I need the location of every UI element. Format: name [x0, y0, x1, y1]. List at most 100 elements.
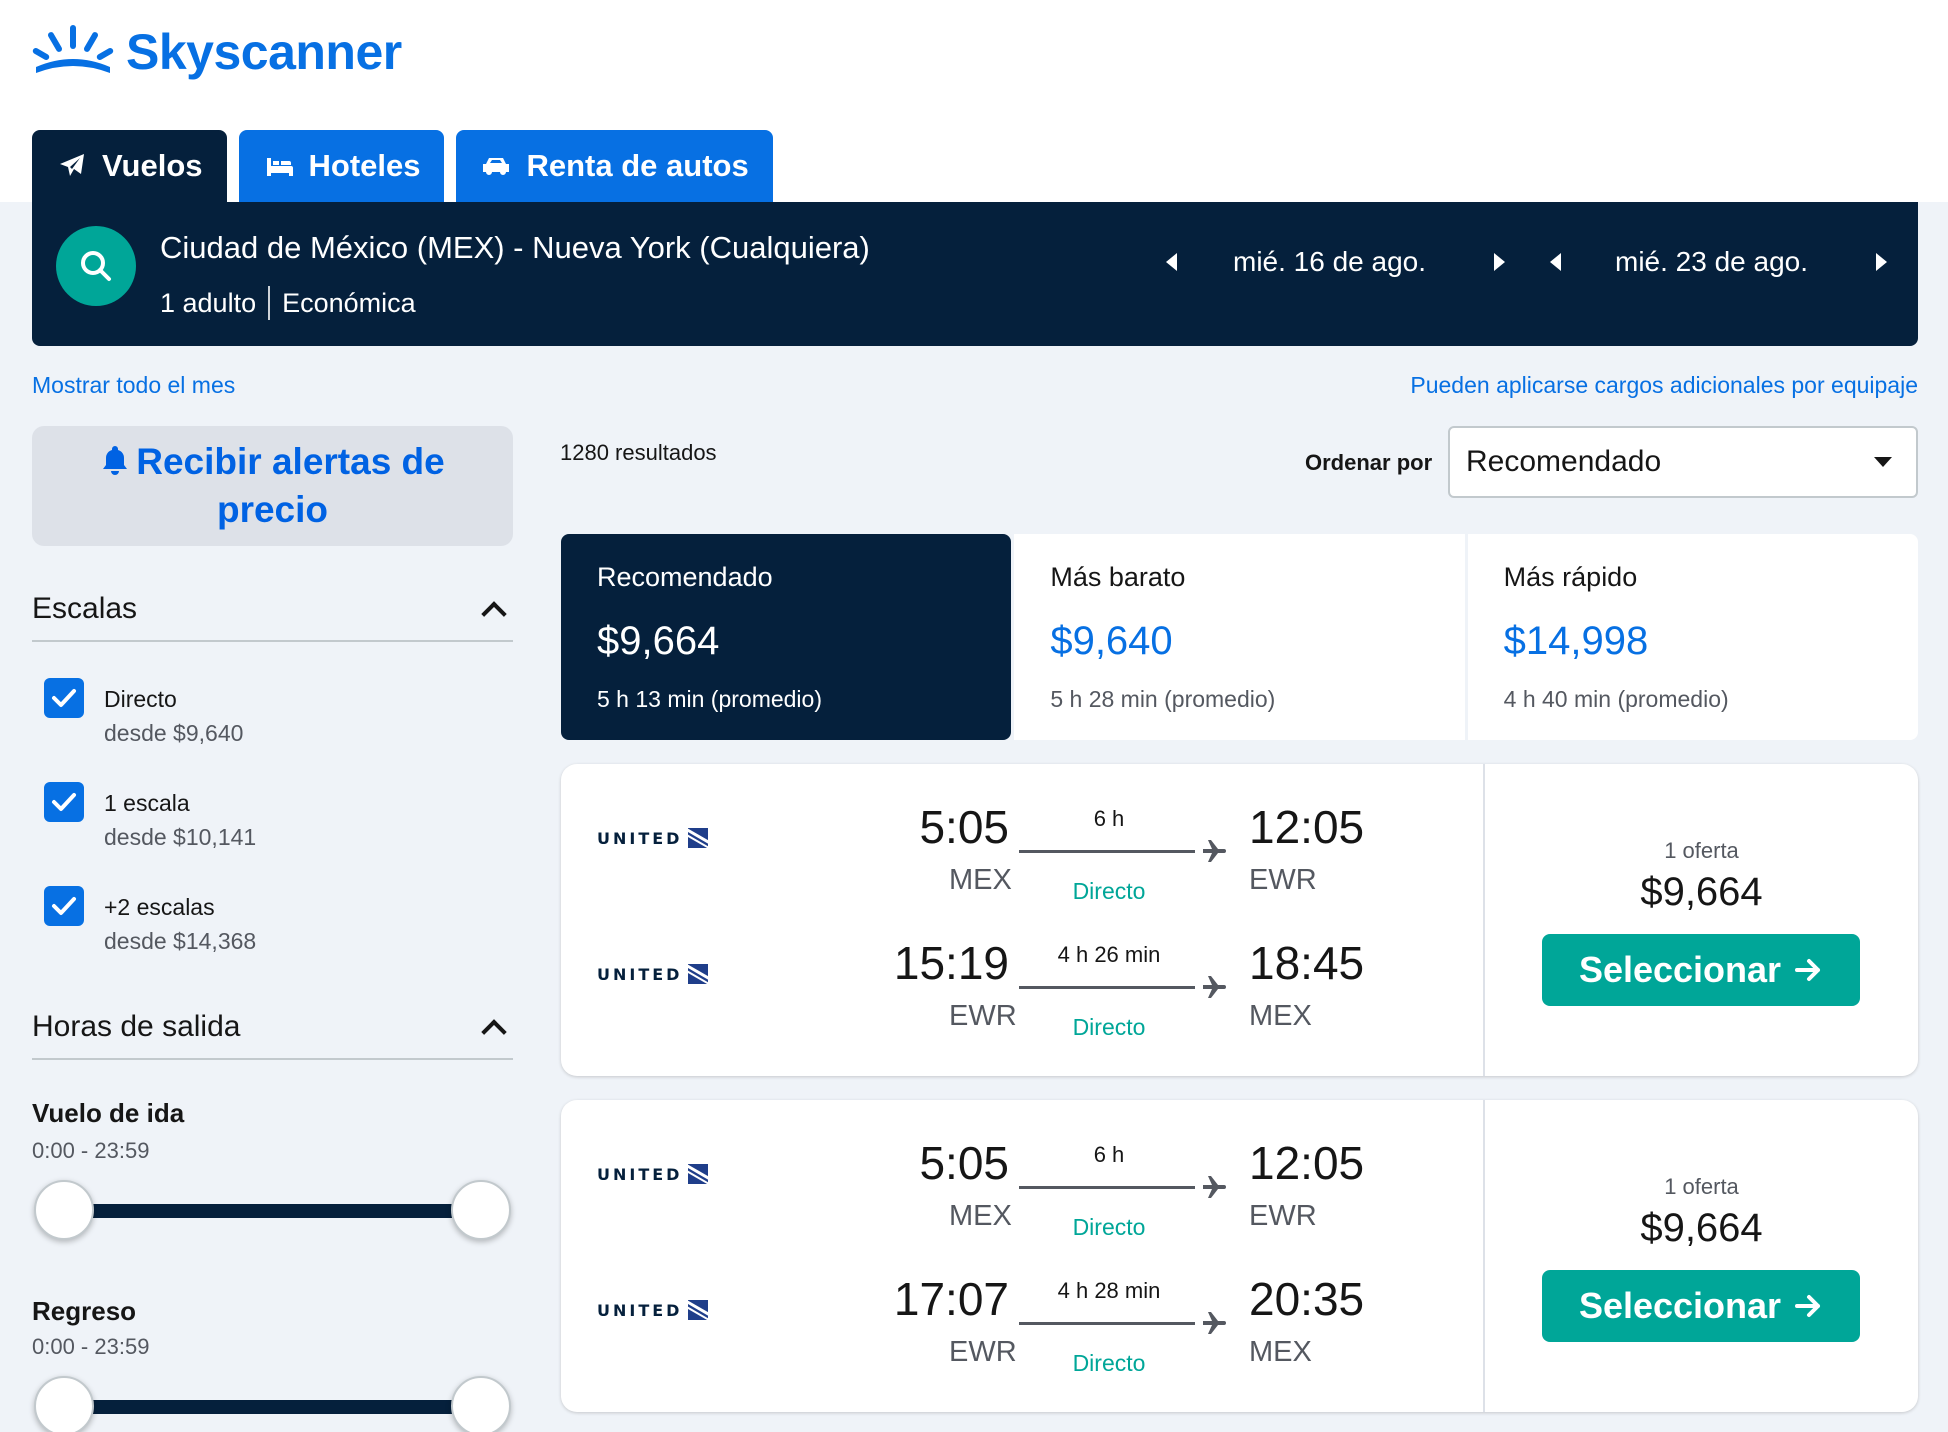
chevron-up-icon[interactable]: [481, 1019, 507, 1045]
slider-track: [60, 1204, 485, 1218]
tab-label: Vuelos: [102, 148, 203, 183]
depart-date[interactable]: mié. 16 de ago.: [1233, 246, 1426, 278]
departure-times-title: Horas de salida: [32, 1010, 241, 1043]
select-button[interactable]: Seleccionar: [1542, 1270, 1860, 1342]
select-button-label: Seleccionar: [1578, 949, 1782, 990]
airline-name: UNITED: [597, 1300, 683, 1320]
united-globe-icon: [688, 1300, 709, 1320]
departure-airport: EWR: [949, 1336, 1017, 1368]
return-leg: UNITED 15:19 EWR 4 h 26 min Directo 18:4…: [561, 900, 1483, 1040]
arrival-airport: EWR: [1249, 864, 1317, 896]
sort-tab-name: Más barato: [1050, 562, 1186, 592]
offer-count: 1 oferta: [1664, 838, 1739, 863]
sort-select[interactable]: Recomendado: [1448, 426, 1918, 498]
tab-flights[interactable]: Vuelos: [32, 130, 227, 202]
checkmark-icon: [52, 689, 76, 707]
price-alerts-label: Recibir alertas de precio: [136, 441, 445, 530]
prev-return-date-icon[interactable]: [1550, 253, 1561, 271]
departure-airport: MEX: [949, 864, 1012, 896]
sort-tab-cheapest[interactable]: Más barato $9,640 5 h 28 min (promedio): [1014, 534, 1465, 740]
bed-icon: [266, 158, 293, 176]
plane-icon: [1203, 1176, 1226, 1198]
sort-tab-name: Recomendado: [597, 562, 773, 592]
tab-hotels[interactable]: Hoteles: [238, 130, 445, 202]
stop-price: desde $10,141: [104, 824, 257, 850]
tab-label: Renta de autos: [526, 148, 749, 183]
next-return-date-icon[interactable]: [1876, 253, 1888, 271]
route-summary: Ciudad de México (MEX) - Nueva York (Cua…: [160, 230, 870, 265]
slider-max-handle[interactable]: [451, 1180, 511, 1240]
departure-time: 17:07: [893, 1273, 1009, 1325]
sort-tab-fastest[interactable]: Más rápido $14,998 4 h 40 min (promedio): [1467, 534, 1918, 740]
flight-duration: 6 h: [1093, 806, 1125, 831]
card-divider: [1483, 1100, 1485, 1412]
united-globe-icon: [688, 828, 709, 848]
stops-indicator: Directo: [1072, 1350, 1146, 1376]
stop-label: Directo: [104, 686, 177, 712]
plane-icon: [60, 154, 84, 176]
checkbox-direct[interactable]: [44, 678, 84, 718]
outbound-leg: UNITED 5:05 MEX 6 h Directo 12:05 EWR: [561, 1100, 1483, 1240]
stops-indicator: Directo: [1072, 1014, 1146, 1040]
skyscanner-logo[interactable]: Skyscanner: [32, 20, 402, 84]
arrow-right-icon: [1795, 959, 1821, 981]
flight-duration: 4 h 26 min: [1057, 942, 1161, 967]
search-button[interactable]: [56, 226, 136, 306]
depart-date-control: mié. 16 de ago.: [1160, 242, 1524, 282]
divider: [268, 286, 271, 320]
baggage-fees-link[interactable]: Pueden aplicarse cargos adicionales por …: [1410, 372, 1918, 399]
checkbox-one-stop[interactable]: [44, 782, 84, 822]
return-date[interactable]: mié. 23 de ago.: [1615, 246, 1808, 278]
return-range-title: Regreso: [32, 1296, 137, 1326]
departure-time: 5:05: [919, 1137, 1009, 1189]
slider-min-handle[interactable]: [34, 1180, 94, 1240]
outbound-time-slider[interactable]: [32, 1180, 513, 1244]
united-globe-icon: [688, 964, 709, 984]
departure-airport: MEX: [949, 1200, 1012, 1232]
select-button-label: Seleccionar: [1578, 1285, 1782, 1326]
departure-time: 5:05: [919, 801, 1009, 853]
departure-airport: EWR: [949, 1000, 1017, 1032]
arrival-airport: MEX: [1249, 1336, 1312, 1368]
show-whole-month-link[interactable]: Mostrar todo el mes: [32, 372, 235, 399]
return-time-slider[interactable]: [32, 1376, 513, 1432]
departure-times-filter-header[interactable]: Horas de salida: [32, 996, 513, 1060]
arrival-time: 18:45: [1249, 937, 1365, 989]
bell-icon: [103, 446, 128, 475]
caret-down-icon: [1874, 457, 1892, 467]
checkmark-icon: [52, 793, 76, 811]
select-button[interactable]: Seleccionar: [1542, 934, 1860, 1006]
stop-price: desde $9,640: [104, 720, 244, 746]
car-icon: [483, 158, 510, 175]
sort-tab-duration: 5 h 28 min (promedio): [1050, 686, 1276, 712]
flight-line: [1019, 1322, 1195, 1325]
slider-max-handle[interactable]: [451, 1376, 511, 1432]
checkbox-two-plus-stops[interactable]: [44, 886, 84, 926]
sort-tab-recommended[interactable]: Recomendado $9,664 5 h 13 min (promedio): [561, 534, 1012, 740]
plane-icon: [1203, 1312, 1226, 1334]
flight-line: [1019, 986, 1195, 989]
return-range-value: 0:00 - 23:59: [32, 1334, 150, 1359]
stops-filter-header[interactable]: Escalas: [32, 578, 513, 642]
airline-logo: UNITED: [597, 1300, 709, 1320]
search-summary-bar[interactable]: Ciudad de México (MEX) - Nueva York (Cua…: [32, 202, 1918, 346]
itinerary-price: $9,664: [1640, 870, 1763, 914]
arrival-time: 20:35: [1249, 1273, 1365, 1325]
arrival-time: 12:05: [1249, 1137, 1365, 1189]
card-divider: [1483, 764, 1485, 1076]
sort-tabs: Recomendado $9,664 5 h 13 min (promedio)…: [561, 534, 1918, 740]
next-depart-date-icon[interactable]: [1494, 253, 1506, 271]
price-alerts-button[interactable]: Recibir alertas de precio: [32, 426, 513, 546]
sunrise-logo-icon: [32, 25, 114, 73]
tab-car-rental[interactable]: Renta de autos: [456, 130, 773, 202]
airline-logo: UNITED: [597, 1164, 709, 1184]
prev-depart-date-icon[interactable]: [1166, 253, 1177, 271]
sort-tab-duration: 4 h 40 min (promedio): [1503, 686, 1729, 712]
chevron-up-icon[interactable]: [481, 601, 507, 627]
sort-selected-value: Recomendado: [1466, 445, 1662, 478]
itinerary-card[interactable]: UNITED 5:05 MEX 6 h Directo 12:05 EWR UN…: [561, 1100, 1918, 1412]
itinerary-card[interactable]: UNITED 5:05 MEX 6 h Directo 12:05 EWR UN…: [561, 764, 1918, 1076]
slider-min-handle[interactable]: [34, 1376, 94, 1432]
travelers-count: 1 adulto: [160, 287, 257, 318]
stop-price: desde $14,368: [104, 928, 257, 954]
